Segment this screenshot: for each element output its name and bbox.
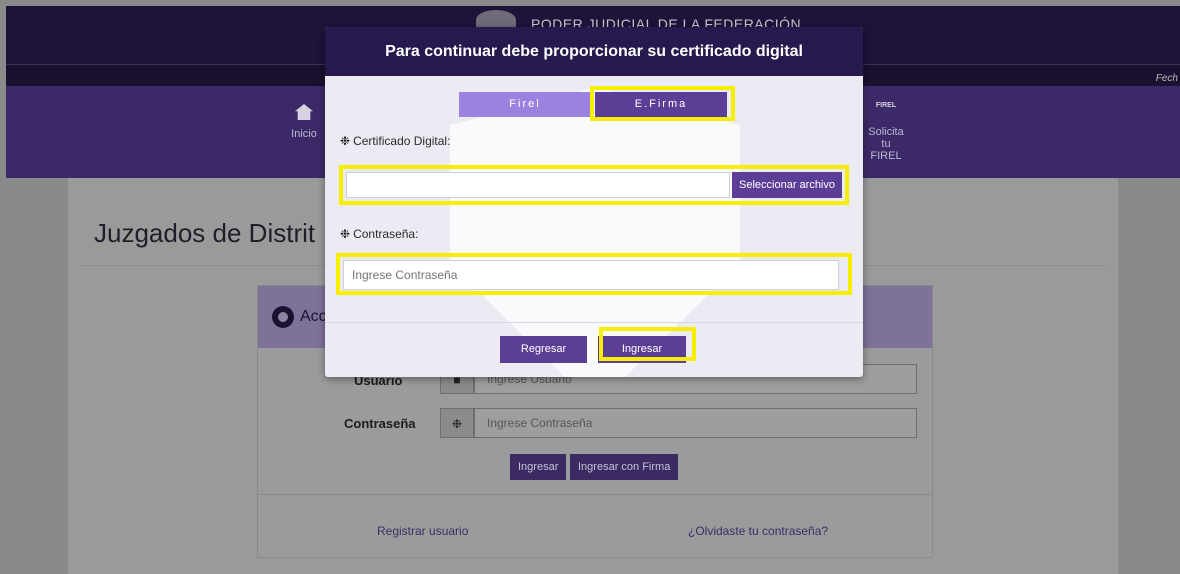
highlight-file-input xyxy=(339,165,849,205)
password-input[interactable]: Ingrese Contraseña xyxy=(474,408,917,438)
asterisk-icon: ❉ xyxy=(340,227,351,241)
firel-icon: FIREL xyxy=(875,102,897,109)
password-label: Contraseña xyxy=(344,416,416,431)
login-signature-button[interactable]: Ingresar con Firma xyxy=(570,454,679,480)
modal-title: Para continuar debe proporcionar su cert… xyxy=(325,27,863,76)
card-title: Acc xyxy=(300,308,327,325)
shield-watermark-icon xyxy=(450,87,740,377)
page-title: Juzgados de Distrit xyxy=(94,218,316,248)
certificate-label-text: Certificado Digital: xyxy=(353,134,451,148)
certificate-modal: Para continuar debe proporcionar su cert… xyxy=(325,27,863,377)
tab-firel[interactable]: Firel xyxy=(459,92,591,117)
nav-item-label: Inicio xyxy=(291,128,317,140)
asterisk-icon: ❉ xyxy=(440,408,474,438)
certificate-label: ❉ Certificado Digital: xyxy=(340,134,450,148)
modal-footer-divider xyxy=(325,322,863,323)
eye-icon xyxy=(272,306,294,328)
forgot-password-link[interactable]: ¿Olvidaste tu contraseña? xyxy=(688,524,828,538)
date-label: Fech xyxy=(1155,73,1178,84)
highlight-efirma-tab xyxy=(590,86,735,121)
nav-item-label: Solicita tu FIREL xyxy=(868,126,904,162)
register-link[interactable]: Registrar usuario xyxy=(377,524,468,538)
highlight-submit-button xyxy=(599,327,696,361)
password-label-text: Contraseña: xyxy=(353,227,419,241)
back-button[interactable]: Regresar xyxy=(500,336,587,363)
login-button[interactable]: Ingresar xyxy=(510,454,567,480)
nav-item-inicio[interactable]: Inicio xyxy=(284,104,324,140)
asterisk-icon: ❉ xyxy=(340,134,351,148)
nav-item-solicita-firel[interactable]: FIREL Solicita tu FIREL xyxy=(856,102,916,162)
highlight-password-input xyxy=(336,253,852,295)
password-label: ❉ Contraseña: xyxy=(340,227,418,241)
home-icon xyxy=(295,104,313,120)
card-footer-divider xyxy=(258,494,932,495)
